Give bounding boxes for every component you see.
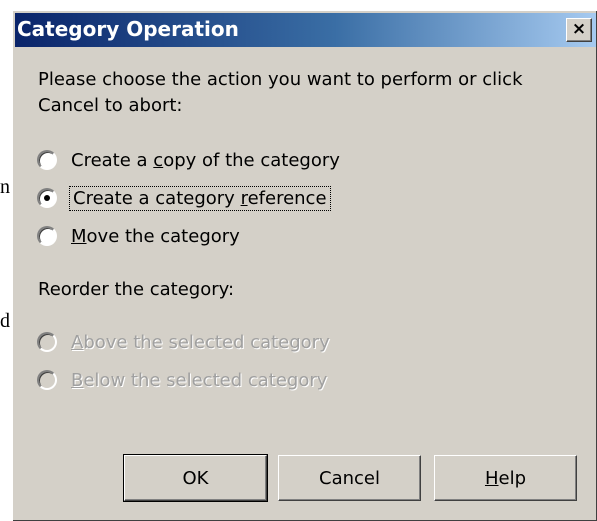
- instruction-text: Please choose the action you want to per…: [38, 67, 578, 119]
- close-icon: ×: [571, 19, 587, 39]
- category-operation-dialog: Category Operation × Please choose the a…: [12, 10, 597, 521]
- radio-move-category[interactable]: Move the category: [37, 223, 240, 249]
- dialog-title: Category Operation: [17, 17, 239, 41]
- radio-above-selected[interactable]: Above the selected category: [37, 329, 330, 355]
- background-text-fragment: d: [0, 310, 10, 332]
- help-button[interactable]: Help: [434, 455, 577, 501]
- title-bar[interactable]: Category Operation ×: [15, 13, 596, 47]
- radio-button-checked-icon[interactable]: [37, 188, 57, 208]
- cancel-button[interactable]: Cancel: [278, 455, 421, 501]
- ok-button[interactable]: OK: [123, 454, 268, 502]
- radio-label: Create a category reference: [69, 185, 331, 211]
- radio-create-copy[interactable]: Create a copy of the category: [37, 147, 340, 173]
- radio-label: Below the selected category: [71, 369, 328, 391]
- ok-button-label: OK: [182, 467, 209, 489]
- reorder-label: Reorder the category:: [38, 279, 235, 300]
- background-text-fragment: n: [0, 176, 10, 198]
- radio-label: Create a copy of the category: [71, 149, 340, 171]
- radio-create-reference[interactable]: Create a category reference: [37, 185, 331, 211]
- instruction-line: Please choose the action you want to per…: [38, 69, 523, 90]
- close-button[interactable]: ×: [566, 18, 592, 42]
- radio-below-selected[interactable]: Below the selected category: [37, 367, 327, 393]
- radio-button-disabled-icon: [37, 370, 57, 390]
- radio-button-icon[interactable]: [37, 226, 57, 246]
- instruction-line: Cancel to abort:: [38, 95, 183, 116]
- radio-button-icon[interactable]: [37, 150, 57, 170]
- help-button-label: Help: [484, 467, 527, 489]
- radio-label: Move the category: [71, 225, 240, 247]
- cancel-button-label: Cancel: [319, 467, 380, 489]
- radio-label: Above the selected category: [71, 331, 330, 353]
- radio-button-disabled-icon: [37, 332, 57, 352]
